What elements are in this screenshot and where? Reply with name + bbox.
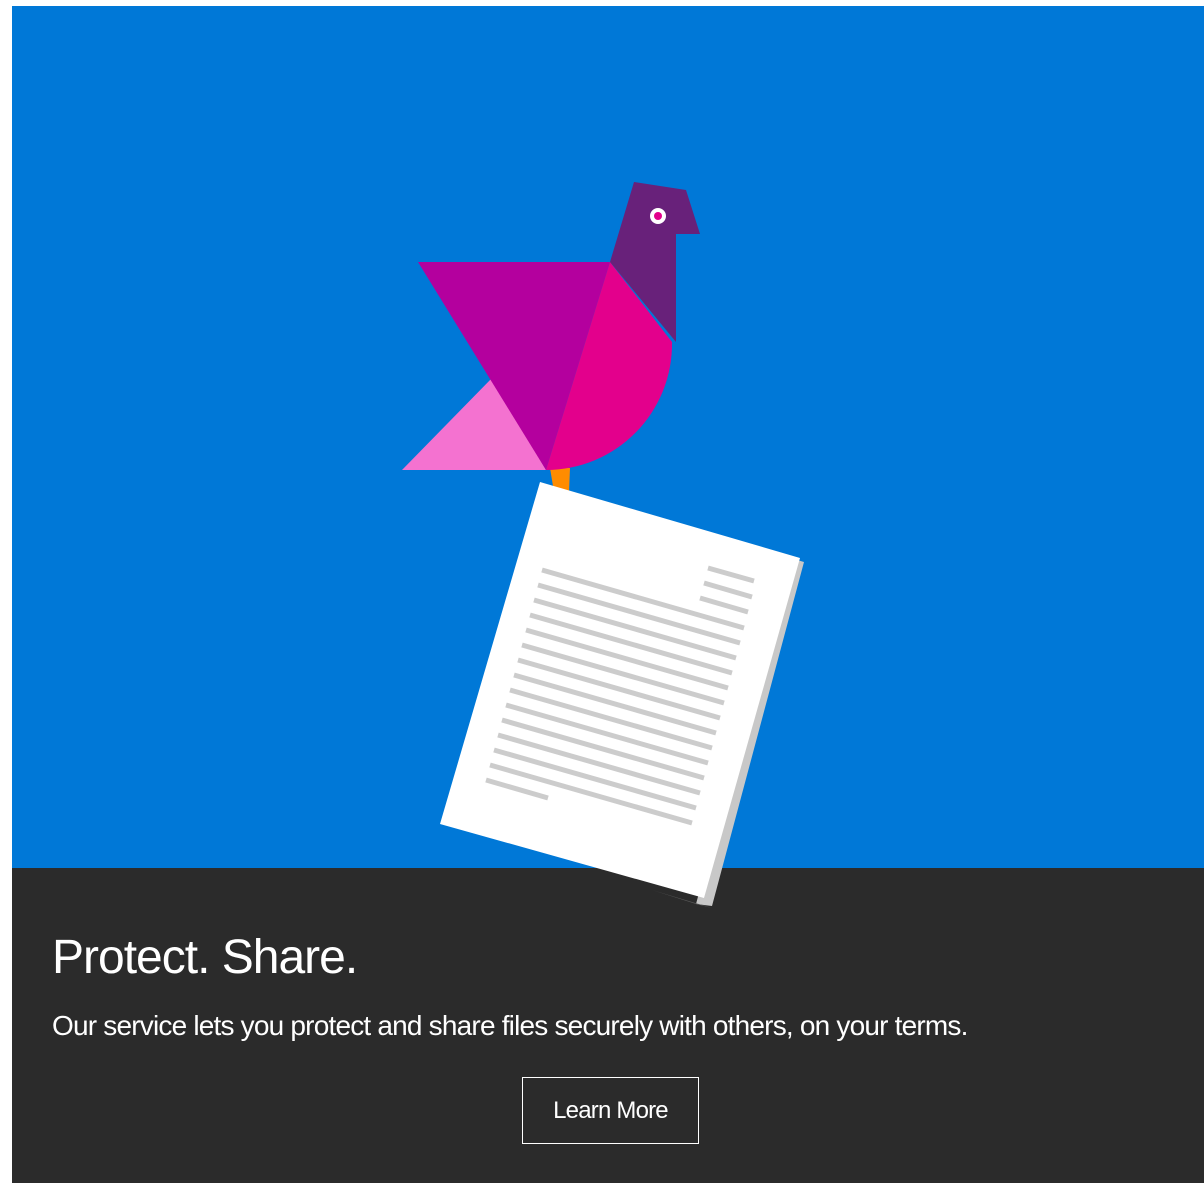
- learn-more-button[interactable]: Learn More: [522, 1077, 699, 1144]
- page-title: Protect. Share.: [52, 931, 358, 984]
- welcome-panel: Protect. Share. Our service lets you pro…: [12, 6, 1204, 1183]
- hero-banner: [12, 6, 1204, 868]
- description-text: Our service lets you protect and share f…: [52, 1010, 968, 1041]
